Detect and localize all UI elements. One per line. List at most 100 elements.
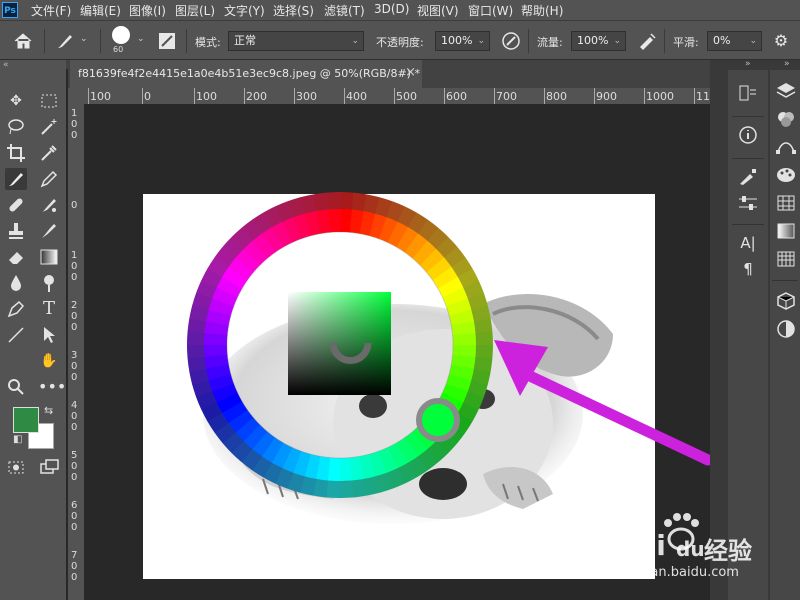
ruler-tick <box>294 88 295 104</box>
ruler-tick-label: 500 <box>396 90 417 103</box>
healing-icon[interactable] <box>5 194 27 216</box>
pressure-opacity-icon[interactable] <box>500 31 522 51</box>
ruler-tick-label: 0 <box>71 200 78 211</box>
gradient-icon[interactable] <box>38 246 60 268</box>
ruler-tick-label: 4 0 0 <box>71 400 78 433</box>
hud-color-picker[interactable] <box>180 185 500 505</box>
screen-mode-icon[interactable] <box>38 456 60 478</box>
more-icon[interactable]: ••• <box>38 376 66 398</box>
blur-icon[interactable] <box>5 272 27 294</box>
airbrush-icon[interactable] <box>636 31 658 51</box>
swatches-icon[interactable] <box>774 192 798 214</box>
eyedropper-icon[interactable] <box>38 142 60 164</box>
home-icon[interactable] <box>12 31 34 51</box>
paragraph-icon[interactable]: ¶ <box>736 258 760 280</box>
chevron-down-icon: ⌄ <box>613 36 621 46</box>
properties-icon[interactable] <box>774 318 798 340</box>
dodge-icon[interactable] <box>38 272 60 294</box>
channels-icon[interactable] <box>774 108 798 130</box>
ruler-tick <box>244 88 245 104</box>
type-icon[interactable]: T <box>38 298 60 320</box>
history-icon[interactable] <box>736 82 760 104</box>
brush-settings-icon[interactable] <box>736 166 760 188</box>
collapse-icon[interactable]: » <box>745 59 751 69</box>
watermark-cn: 经验 <box>704 537 752 565</box>
ruler-tick <box>88 88 89 104</box>
crop-icon[interactable] <box>5 142 27 164</box>
horizontal-ruler[interactable]: 100 0 100 200 300 400 500 600 700 800 900 1000 11 <box>88 88 710 104</box>
chevron-down-icon: ⌄ <box>477 36 485 46</box>
baidu-jingyan-watermark: Bai du 经验 jingyan.baidu.com <box>614 513 774 585</box>
paths-icon[interactable] <box>774 136 798 158</box>
smoothing-field[interactable]: 0% ⌄ <box>707 31 762 51</box>
smudge-icon[interactable] <box>38 220 60 242</box>
ruler-tick <box>194 88 195 104</box>
stamp-icon[interactable] <box>5 220 27 242</box>
mode-select[interactable]: 正常 ⌄ <box>228 31 364 51</box>
hue-cursor[interactable] <box>416 398 460 442</box>
quick-mask-icon[interactable] <box>5 456 27 478</box>
smoothing-label: 平滑: <box>673 36 699 49</box>
ruler-tick-label: 5 0 0 <box>71 450 78 483</box>
ruler-tick-label: 1 0 0 <box>71 108 78 141</box>
gear-icon[interactable]: ⚙ <box>770 31 792 51</box>
menu-type[interactable]: 文字(Y) <box>224 2 265 19</box>
pen-icon[interactable] <box>5 298 27 320</box>
ruler-tick-label: 1 0 0 <box>71 250 78 283</box>
pencil-icon[interactable] <box>38 168 60 190</box>
chevron-down-icon[interactable]: ⌄ <box>80 34 88 44</box>
opacity-field[interactable]: 100% ⌄ <box>435 31 490 51</box>
menu-layer[interactable]: 图层(L) <box>175 2 215 19</box>
layers-icon[interactable] <box>774 80 798 102</box>
patterns-icon[interactable] <box>774 248 798 270</box>
watermark-brand: Bai <box>614 529 667 562</box>
character-icon[interactable]: A| <box>736 232 760 254</box>
vertical-ruler[interactable]: 1 0 0 0 1 0 0 2 0 0 3 0 0 4 0 0 5 0 0 6 0 0 7 0 … <box>68 104 84 600</box>
brush-icon[interactable] <box>5 168 27 190</box>
close-icon[interactable]: × <box>405 65 416 80</box>
lasso-icon[interactable] <box>5 116 27 138</box>
info-icon[interactable] <box>736 124 760 146</box>
menu-3d[interactable]: 3D(D) <box>374 2 409 16</box>
brush-settings-icon[interactable] <box>157 31 177 51</box>
swap-colors-icon[interactable]: ⇆ <box>44 404 53 417</box>
collapse-icon[interactable]: « <box>3 60 9 70</box>
menu-bar: Ps 文件(F) 编辑(E) 图像(I) 图层(L) 文字(Y) 选择(S) 滤… <box>0 0 800 20</box>
menu-help[interactable]: 帮助(H) <box>521 2 563 19</box>
gradients-icon[interactable] <box>774 220 798 242</box>
move-icon[interactable]: ✥ <box>5 90 27 112</box>
zoom-icon[interactable] <box>5 376 27 398</box>
menu-window[interactable]: 窗口(W) <box>468 2 513 19</box>
ruler-tick-label: 11 <box>696 90 710 103</box>
collapse-icon[interactable]: » <box>784 59 790 69</box>
line-icon[interactable] <box>5 324 27 346</box>
ruler-tick <box>394 88 395 104</box>
brush-size-preview[interactable] <box>112 26 130 44</box>
menu-filter[interactable]: 滤镜(T) <box>324 2 365 19</box>
marquee-icon[interactable] <box>38 90 60 112</box>
menu-image[interactable]: 图像(I) <box>129 2 166 19</box>
menu-select[interactable]: 选择(S) <box>273 2 314 19</box>
watermark-brand2: du <box>676 537 705 561</box>
default-colors-icon[interactable]: ◧ <box>13 434 22 445</box>
chevron-down-icon[interactable]: ⌄ <box>137 34 145 44</box>
direct-select-icon[interactable] <box>38 324 60 346</box>
ruler-tick-label: 700 <box>496 90 517 103</box>
magic-wand-icon[interactable] <box>38 116 60 138</box>
menu-file[interactable]: 文件(F) <box>31 2 71 19</box>
mixer-brush-icon[interactable] <box>38 194 60 216</box>
document-tab[interactable]: f81639fe4f2e4415e1a0e4b51e3ec9c8.jpeg @ … <box>70 60 422 88</box>
adjustments-icon[interactable] <box>736 192 760 214</box>
eraser-icon[interactable] <box>5 246 27 268</box>
brush-preset-icon[interactable] <box>54 31 76 51</box>
ruler-tick <box>494 88 495 104</box>
hand-icon[interactable]: ✋ <box>38 350 60 372</box>
3d-icon[interactable] <box>774 290 798 312</box>
menu-view[interactable]: 视图(V) <box>417 2 459 19</box>
foreground-color-swatch[interactable] <box>13 407 39 433</box>
flow-field[interactable]: 100% ⌄ <box>571 31 626 51</box>
flow-value: 100% <box>577 34 609 47</box>
color-palette-icon[interactable] <box>774 164 798 186</box>
menu-edit[interactable]: 编辑(E) <box>80 2 121 19</box>
saturation-brightness-square[interactable] <box>288 292 391 395</box>
